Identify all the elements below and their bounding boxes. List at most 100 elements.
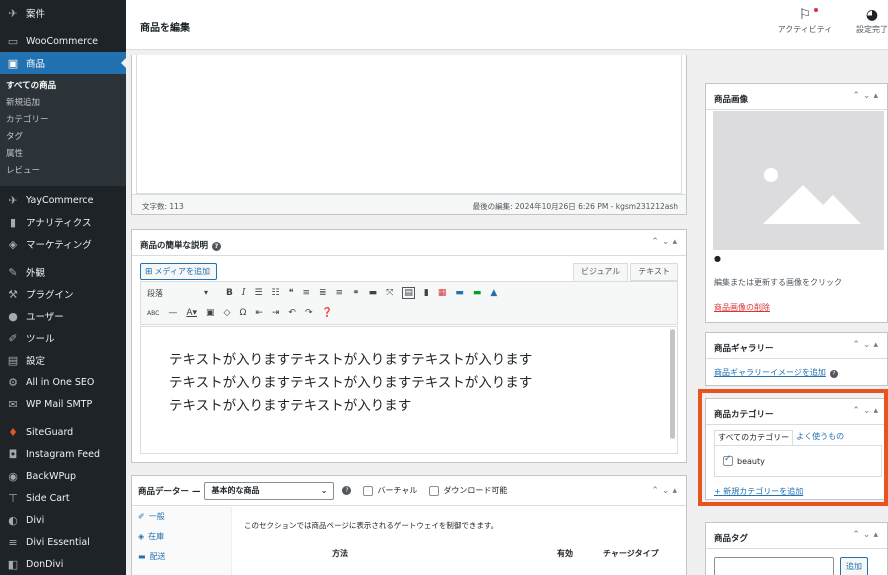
tab-general[interactable]: ✐ 一般: [132, 507, 231, 527]
instagram-icon: ◘: [8, 447, 18, 461]
tab-text[interactable]: テキスト: [630, 263, 678, 281]
sidebar-item-tools[interactable]: ✐ ツール: [0, 327, 126, 349]
sidebar-item-settings[interactable]: ▤ 設定: [0, 349, 126, 371]
help-icon[interactable]: ?: [342, 486, 352, 495]
box-header: 商品画像 ⌃⌄▴: [706, 84, 887, 110]
indent-icon[interactable]: ⇥: [272, 308, 280, 318]
outdent-icon[interactable]: ⇤: [255, 308, 263, 318]
sidebar-item-side-cart[interactable]: ⊤ Side Cart: [0, 487, 126, 509]
box-controls[interactable]: ⌃⌄▴: [852, 340, 881, 350]
box-controls[interactable]: ⌃⌄▴: [651, 237, 680, 247]
sidebar-item-yaycommerce[interactable]: ✈ YayCommerce: [0, 189, 126, 211]
downloadable-checkbox[interactable]: ダウンロード可能: [429, 485, 507, 496]
last-edit: 最後の編集: 2024年10月26日 6:26 PM - kgsm231212a…: [472, 202, 678, 211]
sidebar-item-label: 設定: [26, 356, 46, 367]
blockquote-icon[interactable]: ❝: [289, 288, 294, 298]
add-media-button[interactable]: ⊞ メディアを追加: [140, 263, 217, 280]
sidebar-item-label: プラグイン: [26, 290, 74, 301]
submenu-tags[interactable]: タグ: [0, 129, 126, 146]
sidebar-item-aioseo[interactable]: ⚙ All in One SEO: [0, 371, 126, 393]
divi-essential-icon: ≡: [8, 535, 18, 549]
undo-icon[interactable]: ↶: [288, 308, 296, 318]
product-type-select[interactable]: 基本的な商品 ⌄: [204, 481, 335, 500]
more-tag-icon[interactable]: ▬: [369, 288, 378, 298]
help-shortcut-icon[interactable]: ❓: [322, 308, 333, 318]
remove-image-link[interactable]: 商品画像の削除: [714, 302, 770, 313]
add-tag-button[interactable]: 追加: [840, 557, 868, 575]
dondivi-icon: ◧: [7, 557, 19, 571]
sidebar-item-dondivi[interactable]: ◧ DonDivi: [0, 553, 126, 575]
sidebar-item-siteguard[interactable]: ♦ SiteGuard: [0, 421, 126, 443]
short-description-editor[interactable]: テキストが入りますテキストが入りますテキストが入ります テキストが入りますテキス…: [140, 326, 678, 454]
image-note: 編集または更新する画像をクリック: [714, 278, 842, 287]
text-color-icon[interactable]: A▾: [186, 308, 197, 318]
sidebar-item-products[interactable]: ▣ 商品: [0, 52, 126, 74]
sidebar-item-users[interactable]: ● ユーザー: [0, 305, 126, 327]
submenu-reviews[interactable]: レビュー: [0, 163, 126, 180]
paste-text-icon[interactable]: ▣: [206, 308, 215, 318]
italic-icon[interactable]: I: [242, 288, 246, 298]
activity-button[interactable]: ⚐ アクティビティ: [770, 6, 840, 35]
sidebar-item-label: ツール: [26, 334, 55, 345]
content-line: テキストが入りますテキストが入ります: [169, 398, 412, 414]
bold-icon[interactable]: B: [226, 288, 233, 298]
button-plugin-icon[interactable]: ▬: [455, 288, 464, 298]
editor-body[interactable]: [136, 55, 682, 194]
clear-formatting-icon[interactable]: ◇: [224, 308, 231, 318]
box-controls[interactable]: ⌃⌄▴: [852, 530, 881, 540]
fullscreen-icon[interactable]: ⤧: [386, 288, 393, 298]
short-description-content[interactable]: テキストが入りますテキストが入りますテキストが入ります テキストが入りますテキス…: [169, 349, 649, 418]
align-left-icon[interactable]: ≡: [302, 288, 310, 298]
redo-icon[interactable]: ↷: [305, 308, 313, 318]
tab-inventory[interactable]: ◈ 在庫: [132, 527, 231, 547]
sidebar-item-plugins[interactable]: ⚒ プラグイン: [0, 283, 126, 305]
add-gallery-link[interactable]: 商品ギャラリーイメージを追加?: [714, 367, 838, 378]
sidebar-item-marketing[interactable]: ◈ マーケティング: [0, 233, 126, 255]
link-icon[interactable]: ⚭: [352, 288, 360, 298]
divi-icon: ◐: [8, 513, 18, 527]
bullet-list-icon[interactable]: ☰: [254, 288, 262, 298]
tag-input[interactable]: [714, 557, 834, 575]
sidebar-item-woocommerce[interactable]: ▭ WooCommerce: [0, 30, 126, 52]
align-right-icon[interactable]: ≡: [336, 288, 344, 298]
special-char-icon[interactable]: Ω: [239, 308, 246, 318]
sidebar-item-wp-mail-smtp[interactable]: ✉ WP Mail SMTP: [0, 393, 126, 415]
box-controls[interactable]: ⌃⌄▴: [852, 91, 881, 101]
editor-scrollbar[interactable]: [670, 329, 675, 439]
help-icon[interactable]: ?: [829, 370, 838, 378]
box-controls[interactable]: ⌃⌄▴: [651, 486, 680, 496]
tab-visual[interactable]: ビジュアル: [573, 263, 629, 281]
divider-plugin-icon[interactable]: ▬: [473, 288, 482, 298]
submenu-attributes[interactable]: 属性: [0, 146, 126, 163]
seo-icon: ⚙: [8, 375, 18, 389]
numbered-list-icon[interactable]: ☷: [272, 288, 280, 298]
sidebar-item-appearance[interactable]: ✎ 外観: [0, 261, 126, 283]
sidebar-item-anken[interactable]: ✈ 案件: [0, 2, 126, 24]
sidebar-item-backwpup[interactable]: ◉ BackWPup: [0, 465, 126, 487]
setup-button[interactable]: ◕ 設定完了: [848, 6, 888, 35]
submenu-categories[interactable]: カテゴリー: [0, 112, 126, 129]
sidebar-item-divi-essential[interactable]: ≡ Divi Essential: [0, 531, 126, 553]
chart-plugin-icon[interactable]: ▮: [424, 288, 429, 298]
toolbar-row-2: ABC — A▾ ▣ ◇ Ω ⇤ ⇥ ↶ ↷ ❓: [147, 304, 342, 322]
horizontal-line-icon[interactable]: —: [168, 308, 177, 318]
submenu-add-new[interactable]: 新規追加: [0, 95, 126, 112]
sidebar-item-instagram-feed[interactable]: ◘ Instagram Feed: [0, 443, 126, 465]
chevron-down-icon: ⌄: [320, 486, 328, 495]
toolbar-toggle-icon[interactable]: ▤: [402, 287, 415, 299]
grid-plugin-icon[interactable]: ▦: [438, 288, 447, 298]
sidebar-item-label: アナリティクス: [26, 218, 92, 229]
sidebar-item-analytics[interactable]: ▮ アナリティクス: [0, 211, 126, 233]
tab-shipping[interactable]: ▬ 配送: [132, 547, 231, 567]
product-image-placeholder[interactable]: [713, 111, 884, 250]
user-plugin-icon[interactable]: ▲: [490, 288, 497, 298]
help-icon[interactable]: ?: [212, 242, 222, 251]
format-select[interactable]: 段落 ▾: [147, 288, 217, 299]
checkbox-box[interactable]: [429, 485, 440, 496]
sidebar-item-divi[interactable]: ◐ Divi: [0, 509, 126, 531]
virtual-checkbox[interactable]: バーチャル: [363, 485, 417, 496]
submenu-all-products[interactable]: すべての商品: [0, 78, 126, 95]
strikethrough-icon[interactable]: ABC: [147, 310, 159, 317]
checkbox-box[interactable]: [363, 485, 374, 496]
align-center-icon[interactable]: ≣: [319, 288, 327, 298]
